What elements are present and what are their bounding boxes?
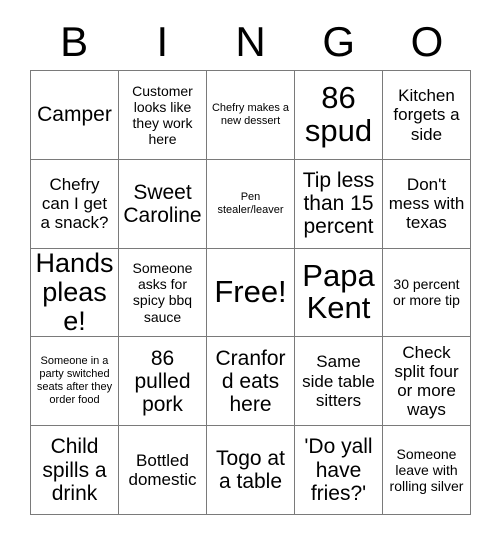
bingo-cell-label: Tip less than 15 percent (302, 169, 375, 239)
bingo-cell-label: Kitchen forgets a side (393, 86, 460, 144)
bingo-cell-r2c2[interactable]: Sweet Caroline (119, 159, 207, 249)
bingo-cell-label: Someone asks for spicy bbq sauce (132, 260, 193, 325)
bingo-cell-label: 30 percent or more tip (393, 276, 460, 309)
bingo-header-letter-n: N (235, 18, 266, 65)
bingo-grid: Camper Customer looks like they work her… (30, 70, 471, 515)
bingo-cell-r1c3[interactable]: Chefry makes a new dessert (207, 71, 295, 160)
bingo-cell-label: Check split four or more ways (394, 342, 459, 420)
bingo-cell-label: Someone in a party switched seats after … (36, 355, 113, 407)
bingo-cell-label: Togo at a table (216, 447, 285, 494)
bingo-header-letter-g: G (322, 18, 356, 65)
bingo-cell-r5c4[interactable]: 'Do yall have fries?' (295, 426, 383, 515)
bingo-cell-r4c2[interactable]: 86 pulled pork (119, 337, 207, 427)
bingo-cell-label: Papa Kent (302, 257, 375, 326)
bingo-header-letter-b: B (60, 18, 89, 65)
bingo-cell-label: Chefry can I get a snack? (40, 174, 109, 233)
bingo-cell-free-space[interactable]: Free! (207, 248, 295, 338)
bingo-cell-r3c1[interactable]: Hands please! (31, 248, 119, 338)
bingo-cell-r3c2[interactable]: Someone asks for spicy bbq sauce (119, 248, 207, 338)
bingo-cell-label: 86 pulled pork (134, 346, 191, 416)
bingo-cell-label: Bottled domestic (128, 450, 197, 490)
bingo-card: B I N G O Camper Customer looks like the… (0, 0, 500, 544)
bingo-cell-r1c2[interactable]: Customer looks like they work here (119, 71, 207, 160)
bingo-header-row: B I N G O (30, 14, 471, 70)
bingo-cell-label: Don't mess with texas (388, 174, 465, 233)
bingo-header-letter-o: O (410, 18, 444, 65)
bingo-cell-r4c5[interactable]: Check split four or more ways (383, 337, 471, 427)
bingo-cell-label: Chefry makes a new dessert (211, 101, 290, 127)
bingo-cell-label: Pen stealer/leaver (217, 190, 284, 216)
bingo-cell-r4c4[interactable]: Same side table sitters (295, 337, 383, 427)
bingo-cell-r2c5[interactable]: Don't mess with texas (383, 159, 471, 249)
bingo-cell-r2c4[interactable]: Tip less than 15 percent (295, 159, 383, 249)
bingo-cell-label: 'Do yall have fries?' (304, 435, 373, 505)
bingo-cell-r2c3[interactable]: Pen stealer/leaver (207, 159, 295, 249)
bingo-cell-r1c5[interactable]: Kitchen forgets a side (383, 71, 471, 160)
bingo-cell-r1c4[interactable]: 86 spud (295, 71, 383, 160)
bingo-cell-r2c1[interactable]: Chefry can I get a snack? (31, 159, 119, 249)
bingo-cell-label: 86 spud (304, 80, 373, 148)
bingo-cell-r3c5[interactable]: 30 percent or more tip (383, 248, 471, 338)
bingo-cell-r4c3[interactable]: Cranford eats here (207, 337, 295, 427)
bingo-header-letter-i: I (156, 18, 169, 65)
bingo-cell-r3c4[interactable]: Papa Kent (295, 248, 383, 338)
bingo-cell-label: Child spills a drink (42, 435, 107, 505)
bingo-cell-label: Customer looks like they work here (132, 82, 193, 147)
bingo-free-space-label: Free! (214, 274, 287, 310)
bingo-cell-r1c1[interactable]: Camper (31, 71, 119, 160)
bingo-cell-r5c2[interactable]: Bottled domestic (119, 426, 207, 515)
bingo-cell-r5c5[interactable]: Someone leave with rolling silver (383, 426, 471, 515)
bingo-cell-r5c3[interactable]: Togo at a table (207, 426, 295, 515)
bingo-cell-label: Someone leave with rolling silver (389, 445, 464, 495)
bingo-cell-label: Camper (37, 103, 112, 127)
bingo-cell-label: Hands please! (35, 248, 114, 337)
bingo-cell-r5c1[interactable]: Child spills a drink (31, 426, 119, 515)
bingo-cell-r4c1[interactable]: Someone in a party switched seats after … (31, 337, 119, 427)
bingo-cell-label: Same side table sitters (302, 352, 375, 410)
bingo-cell-label: Sweet Caroline (123, 180, 202, 227)
bingo-cell-label: Cranford eats here (215, 346, 286, 416)
